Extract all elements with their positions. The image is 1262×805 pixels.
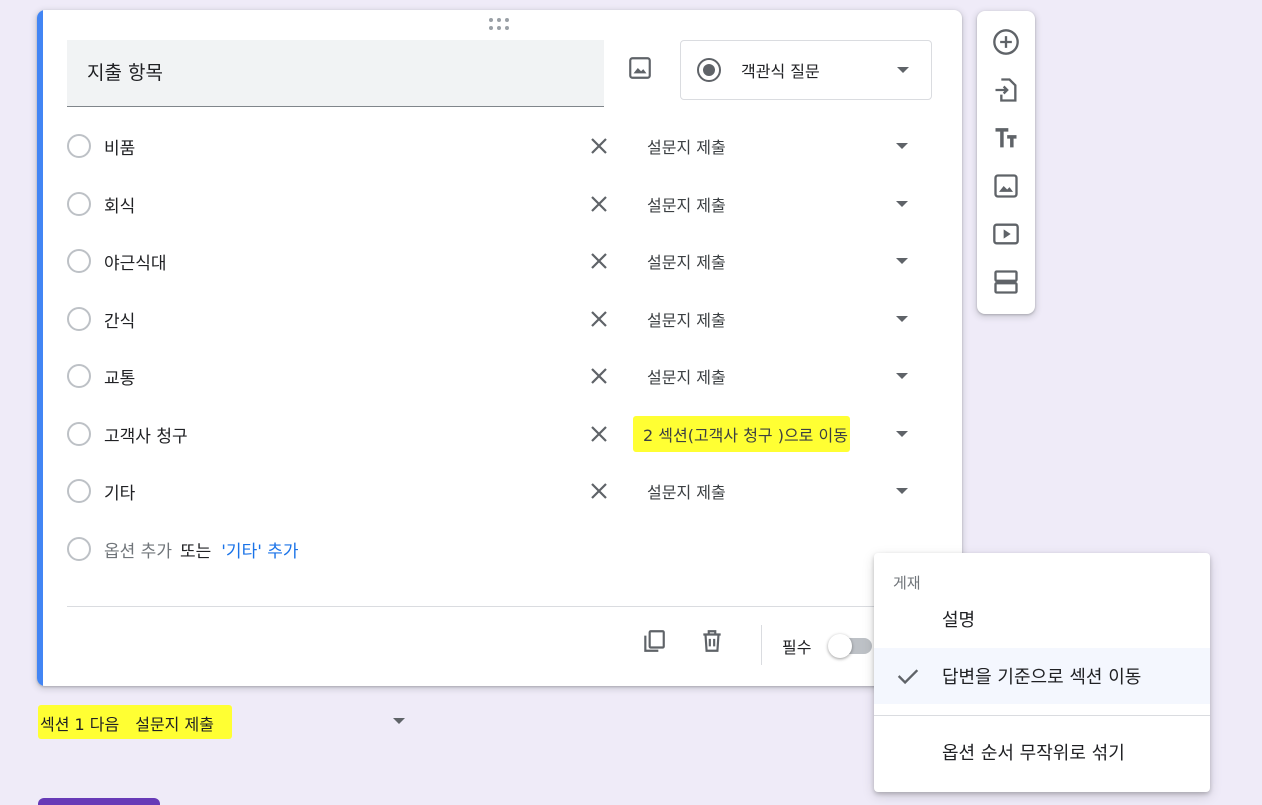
option-label[interactable]: 기타 [104,479,574,504]
menu-divider [874,715,1210,716]
question-card: 지출 항목 객관식 질문 비품 설문지 제출 회식 설문지 제출 야근식대 설문… [37,10,962,686]
option-row[interactable]: 고객사 청구 2 섹션(고객사 청구 )으로 이동 [67,414,927,454]
chevron-down-icon[interactable] [896,143,908,149]
after-section-text: 섹션 1 다음 설문지 제출 [40,711,214,735]
menu-item-label: 옵션 순서 무작위로 섞기 [942,743,1125,764]
section-goto-dropdown[interactable]: 설문지 제출 [647,126,726,166]
menu-item-label: 답변을 기준으로 섹션 이동 [942,667,1142,688]
goto-label: 설문지 제출 [647,196,726,215]
after-section-dropdown[interactable]: 섹션 1 다음 설문지 제출 [38,705,418,739]
footer-separator [761,625,762,665]
close-icon[interactable] [587,249,611,273]
radio-icon [67,537,91,561]
more-options-menu: 게재 설명 답변을 기준으로 섹션 이동 옵션 순서 무작위로 섞기 [874,553,1210,792]
add-image-to-question-icon[interactable] [627,55,653,81]
chevron-down-icon[interactable] [896,431,908,437]
bottom-action-button[interactable] [38,798,160,805]
menu-item-goto-section[interactable]: 답변을 기준으로 섹션 이동 [874,648,1210,704]
option-label[interactable]: 회식 [104,192,574,217]
radio-icon [67,134,91,158]
option-label[interactable]: 야근식대 [104,249,574,274]
radio-icon [67,364,91,388]
section-goto-dropdown[interactable]: 2 섹션(고객사 청구 )으로 이동 [633,414,850,454]
radio-icon [67,422,91,446]
option-row[interactable]: 회식 설문지 제출 [67,184,927,224]
section-goto-dropdown[interactable]: 설문지 제출 [647,356,726,396]
option-row[interactable]: 간식 설문지 제출 [67,299,927,339]
check-icon [897,669,919,685]
close-icon[interactable] [587,134,611,158]
close-icon[interactable] [587,192,611,216]
after-section-label: 섹션 1 다음 [40,715,120,734]
drag-handle-icon[interactable] [487,18,511,32]
chevron-down-icon[interactable] [896,201,908,207]
option-label[interactable]: 고객사 청구 [104,422,574,447]
goto-label: 설문지 제출 [647,311,726,330]
menu-item-description[interactable]: 설명 [874,591,1210,647]
menu-item-label: 설명 [942,610,976,631]
chevron-down-icon [897,67,909,73]
goto-label: 설문지 제출 [647,253,726,272]
required-toggle[interactable] [828,634,872,658]
section-goto-dropdown[interactable]: 설문지 제출 [647,184,726,224]
question-type-dropdown[interactable]: 객관식 질문 [680,40,932,100]
goto-label: 설문지 제출 [647,138,726,157]
section-goto-dropdown[interactable]: 설문지 제출 [647,299,726,339]
option-row[interactable]: 기타 설문지 제출 [67,471,927,511]
radio-icon [67,192,91,216]
option-row[interactable]: 야근식대 설문지 제출 [67,241,927,281]
section-goto-dropdown[interactable]: 설문지 제출 [647,471,726,511]
radio-selected-icon [697,58,721,82]
option-label[interactable]: 비품 [104,134,574,159]
goto-label: 2 섹션(고객사 청구 )으로 이동 [633,416,850,452]
question-type-label: 객관식 질문 [741,62,820,81]
add-option-input[interactable]: 옵션 추가 [104,537,172,562]
add-option-row: 옵션 추가 또는 '기타' 추가 [67,529,927,569]
add-video-icon[interactable] [992,220,1020,248]
close-icon[interactable] [587,364,611,388]
or-text: 또는 [179,541,212,562]
after-section-value: 설문지 제출 [135,715,214,734]
chevron-down-icon[interactable] [896,316,908,322]
question-title-input[interactable]: 지출 항목 [67,40,604,107]
chevron-down-icon[interactable] [896,373,908,379]
radio-icon [67,307,91,331]
goto-label: 설문지 제출 [647,368,726,387]
menu-item-shuffle[interactable]: 옵션 순서 무작위로 섞기 [874,724,1210,780]
radio-icon [67,479,91,503]
chevron-down-icon[interactable] [896,488,908,494]
radio-icon [67,249,91,273]
card-accent-bar [37,10,43,686]
add-title-icon[interactable] [992,124,1020,152]
required-label: 필수 [782,638,812,657]
option-row[interactable]: 비품 설문지 제출 [67,126,927,166]
close-icon[interactable] [587,422,611,446]
side-toolbar [977,11,1035,314]
add-image-icon[interactable] [992,172,1020,200]
footer-divider [67,606,927,607]
section-goto-dropdown[interactable]: 설문지 제출 [647,241,726,281]
option-row[interactable]: 교통 설문지 제출 [67,356,927,396]
close-icon[interactable] [587,479,611,503]
toggle-knob [828,634,852,658]
add-other-link[interactable]: '기타' 추가 [221,537,298,562]
option-label[interactable]: 교통 [104,364,574,389]
duplicate-icon[interactable] [641,628,667,654]
delete-icon[interactable] [699,628,725,654]
add-section-icon[interactable] [992,268,1020,296]
menu-heading: 게재 [893,574,921,592]
chevron-down-icon[interactable] [896,258,908,264]
option-label[interactable]: 간식 [104,307,574,332]
add-question-icon[interactable] [992,28,1020,56]
import-questions-icon[interactable] [992,76,1020,104]
chevron-down-icon[interactable] [393,718,405,724]
close-icon[interactable] [587,307,611,331]
goto-label: 설문지 제출 [647,483,726,502]
